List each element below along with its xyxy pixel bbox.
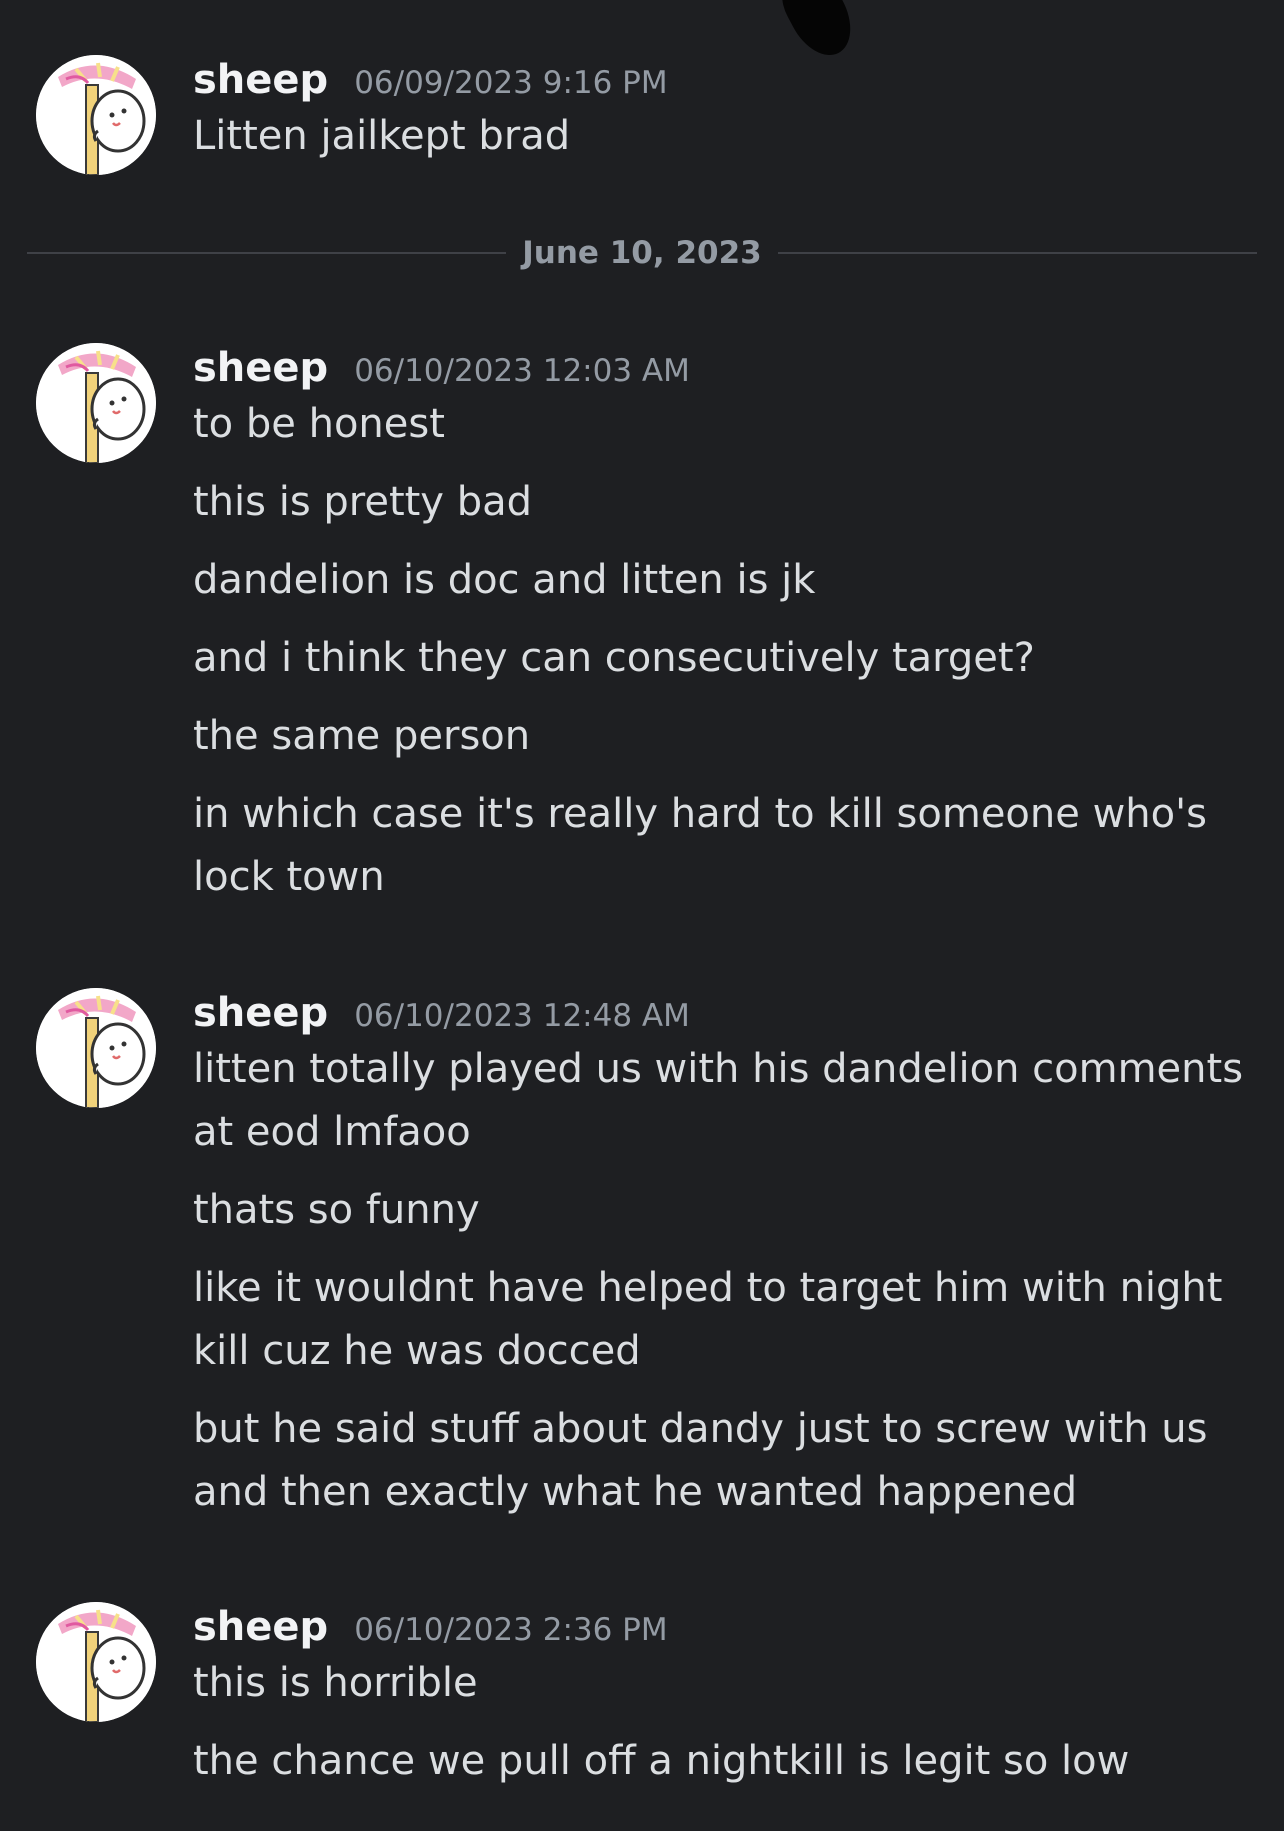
message-header: sheep 06/09/2023 9:16 PM — [193, 55, 1253, 105]
author-name[interactable]: sheep — [193, 57, 328, 103]
message-timestamp: 06/09/2023 9:16 PM — [354, 65, 668, 101]
message-text[interactable]: dandelion is doc and litten is jk — [193, 549, 1253, 612]
message-content: sheep 06/10/2023 12:03 AM to be honest th… — [193, 343, 1253, 909]
message-text[interactable]: Litten jailkept brad — [193, 105, 1253, 168]
author-name[interactable]: sheep — [193, 1604, 328, 1650]
message-text[interactable]: like it wouldnt have helped to target hi… — [193, 1257, 1253, 1383]
avatar[interactable] — [36, 343, 156, 463]
date-divider-label: June 10, 2023 — [522, 235, 762, 271]
message-text[interactable]: the chance we pull off a nightkill is le… — [193, 1730, 1253, 1793]
message-text[interactable]: the same person — [193, 705, 1253, 768]
avatar[interactable] — [36, 1602, 156, 1722]
message-header: sheep 06/10/2023 12:03 AM — [193, 343, 1253, 393]
avatar-image — [36, 55, 156, 175]
message-timestamp: 06/10/2023 12:48 AM — [354, 998, 690, 1034]
message-text[interactable]: this is horrible — [193, 1652, 1253, 1715]
message-content: sheep 06/10/2023 12:48 AM litten totally … — [193, 988, 1253, 1524]
message-text[interactable]: in which case it's really hard to kill s… — [193, 783, 1253, 909]
message-header: sheep 06/10/2023 12:48 AM — [193, 988, 1253, 1038]
message-text[interactable]: to be honest — [193, 393, 1253, 456]
message-text[interactable]: litten totally played us with his dandel… — [193, 1038, 1253, 1164]
avatar[interactable] — [36, 988, 156, 1108]
message-text[interactable]: this is pretty bad — [193, 471, 1253, 534]
divider-rule-right — [778, 252, 1257, 254]
author-name[interactable]: sheep — [193, 990, 328, 1036]
avatar-image — [36, 1602, 156, 1722]
message-header: sheep 06/10/2023 2:36 PM — [193, 1602, 1253, 1652]
message-text[interactable]: and i think they can consecutively targe… — [193, 627, 1253, 690]
avatar-image — [36, 343, 156, 463]
message-content: sheep 06/10/2023 2:36 PM this is horrible… — [193, 1602, 1253, 1793]
message-text[interactable]: thats so funny — [193, 1179, 1253, 1242]
avatar-image — [36, 988, 156, 1108]
divider-rule-left — [27, 252, 506, 254]
author-name[interactable]: sheep — [193, 345, 328, 391]
message-timestamp: 06/10/2023 2:36 PM — [354, 1612, 668, 1648]
avatar[interactable] — [36, 55, 156, 175]
message-content: sheep 06/09/2023 9:16 PM Litten jailkept … — [193, 55, 1253, 168]
message-timestamp: 06/10/2023 12:03 AM — [354, 353, 690, 389]
message-text[interactable]: but he said stuff about dandy just to sc… — [193, 1398, 1253, 1524]
date-divider: June 10, 2023 — [27, 233, 1257, 273]
